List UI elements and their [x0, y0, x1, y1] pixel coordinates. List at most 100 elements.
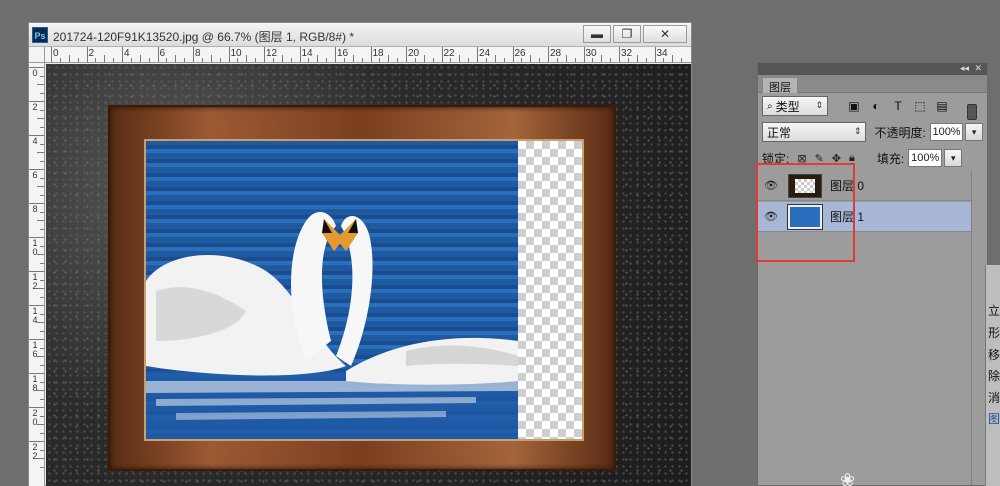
ruler-label: 0 [53, 48, 59, 59]
ruler-tick [530, 55, 532, 62]
ruler-tick [29, 441, 44, 442]
ruler-label: 32 [621, 48, 633, 59]
ruler-tick [494, 55, 496, 62]
filter-kind-select[interactable]: ⌕ 类型 ⇕ [762, 96, 828, 116]
side-item[interactable]: 立 [988, 302, 1000, 319]
ruler-tick [40, 432, 44, 434]
ruler-tick [663, 58, 665, 62]
ruler-tick [272, 58, 274, 62]
ruler-tick [29, 339, 44, 340]
ruler-tick [228, 47, 230, 62]
ruler-tick [40, 211, 44, 213]
adjustment-filter-icon[interactable]: ◐ [868, 98, 884, 114]
ruler-tick [29, 373, 44, 374]
horizontal-ruler[interactable]: 0 2 4 6 8 10 12 14 16 18 20 22 24 26 28 30 32 34 [45, 47, 691, 63]
canvas[interactable] [46, 64, 691, 486]
chevron-updown-icon: ⇕ [815, 100, 823, 110]
filter-toggle[interactable] [967, 104, 977, 120]
layers-panel: ◂◂ ✕ 图层 ⌕ 类型 ⇕ ▣ ◐ T ⬚ ▤ 正常 ⇕ 不透明度: 100%… [757, 62, 988, 486]
ruler-tick [51, 47, 52, 62]
ruler-tick [388, 55, 390, 62]
side-item[interactable]: 除 [988, 367, 1000, 384]
ruler-tick [40, 449, 44, 451]
side-item[interactable]: 形 [988, 324, 1000, 341]
ruler-tick [503, 58, 505, 62]
fill-field[interactable]: 100% [908, 149, 943, 167]
document-titlebar[interactable]: Ps 201724-120F91K13520.jpg @ 66.7% (图层 1… [29, 23, 691, 47]
ruler-tick [361, 58, 363, 62]
ruler-tick [40, 109, 44, 111]
ruler-label: 8 [32, 204, 38, 214]
collapse-icon[interactable]: ◂◂ [960, 63, 969, 74]
shape-filter-icon[interactable]: ⬚ [912, 98, 928, 114]
ruler-corner[interactable] [29, 47, 45, 63]
ruler-tick [37, 152, 44, 153]
close-button[interactable]: ✕ [643, 25, 687, 43]
side-item[interactable]: 图层 [988, 410, 1000, 427]
ruler-tick [610, 58, 612, 62]
tab-layers[interactable]: 图层 [762, 77, 798, 94]
ruler-tick [40, 228, 44, 230]
opacity-dropdown-button[interactable]: ▾ [965, 123, 983, 141]
ruler-tick [37, 220, 44, 221]
ruler-tick [370, 47, 372, 62]
ruler-tick [40, 245, 44, 247]
type-filter-icon[interactable]: T [890, 98, 906, 114]
filter-row: ⌕ 类型 ⇕ ▣ ◐ T ⬚ ▤ [762, 96, 983, 120]
ruler-tick [40, 466, 44, 468]
ruler-tick [414, 58, 416, 62]
ruler-tick [29, 67, 44, 68]
ruler-tick [352, 55, 354, 62]
blend-mode-label: 正常 [767, 125, 792, 140]
ruler-tick [326, 58, 328, 62]
ruler-tick [40, 364, 44, 366]
ruler-tick [379, 58, 381, 62]
ruler-tick [548, 47, 549, 62]
frame-opening [144, 139, 584, 441]
filter-kind-label: 类型 [775, 99, 800, 114]
ruler-tick [37, 390, 44, 391]
ruler-tick [157, 47, 159, 62]
ruler-tick [210, 55, 212, 62]
ruler-tick [40, 279, 44, 281]
opacity-field[interactable]: 100% [929, 123, 964, 141]
fill-dropdown-button[interactable]: ▾ [944, 149, 963, 167]
ruler-label: 22 [443, 48, 455, 59]
side-item[interactable]: 移 [988, 346, 1000, 363]
vertical-ruler[interactable]: 024681 01 21 41 61 82 02 2 [29, 63, 45, 486]
ruler-tick [40, 347, 44, 349]
blend-mode-select[interactable]: 正常 ⇕ [762, 122, 867, 142]
ruler-tick [37, 254, 44, 255]
document-window[interactable]: Ps 201724-120F91K13520.jpg @ 66.7% (图层 1… [28, 22, 692, 486]
ruler-label: 16 [337, 48, 349, 59]
ruler-label: 18 [372, 48, 384, 59]
ruler-tick [343, 58, 345, 62]
ruler-tick [29, 169, 44, 170]
ruler-tick [68, 55, 70, 62]
ruler-tick [627, 58, 629, 62]
ruler-label: 20 [408, 48, 420, 59]
side-item[interactable]: 消 [988, 389, 1000, 406]
document-title: 201724-120F91K13520.jpg @ 66.7% (图层 1, R… [53, 30, 355, 44]
ruler-tick [539, 58, 541, 62]
ruler-tick [512, 47, 514, 62]
panel-close-icon[interactable]: ✕ [974, 63, 982, 74]
ruler-tick [477, 47, 478, 62]
fill-label: 填充: [876, 151, 905, 166]
ruler-tick [37, 322, 44, 323]
pixel-filter-icon[interactable]: ▣ [846, 98, 862, 114]
ruler-label: 8 [195, 48, 201, 59]
ruler-tick [29, 203, 44, 204]
panel-tabbar: 图层 [758, 75, 987, 94]
ruler-tick [86, 47, 88, 62]
opacity-label: 不透明度: [874, 125, 926, 140]
maximize-button[interactable]: ❐ [613, 25, 641, 43]
minimize-button[interactable]: ▬ [583, 25, 611, 43]
swan-painting [146, 141, 518, 439]
smart-object-filter-icon[interactable]: ▤ [934, 98, 950, 114]
ruler-label: 0 [32, 68, 38, 78]
ruler-tick [459, 55, 461, 62]
ruler-tick [636, 55, 638, 62]
photoshop-icon: Ps [32, 27, 48, 43]
picture-frame [108, 105, 616, 471]
